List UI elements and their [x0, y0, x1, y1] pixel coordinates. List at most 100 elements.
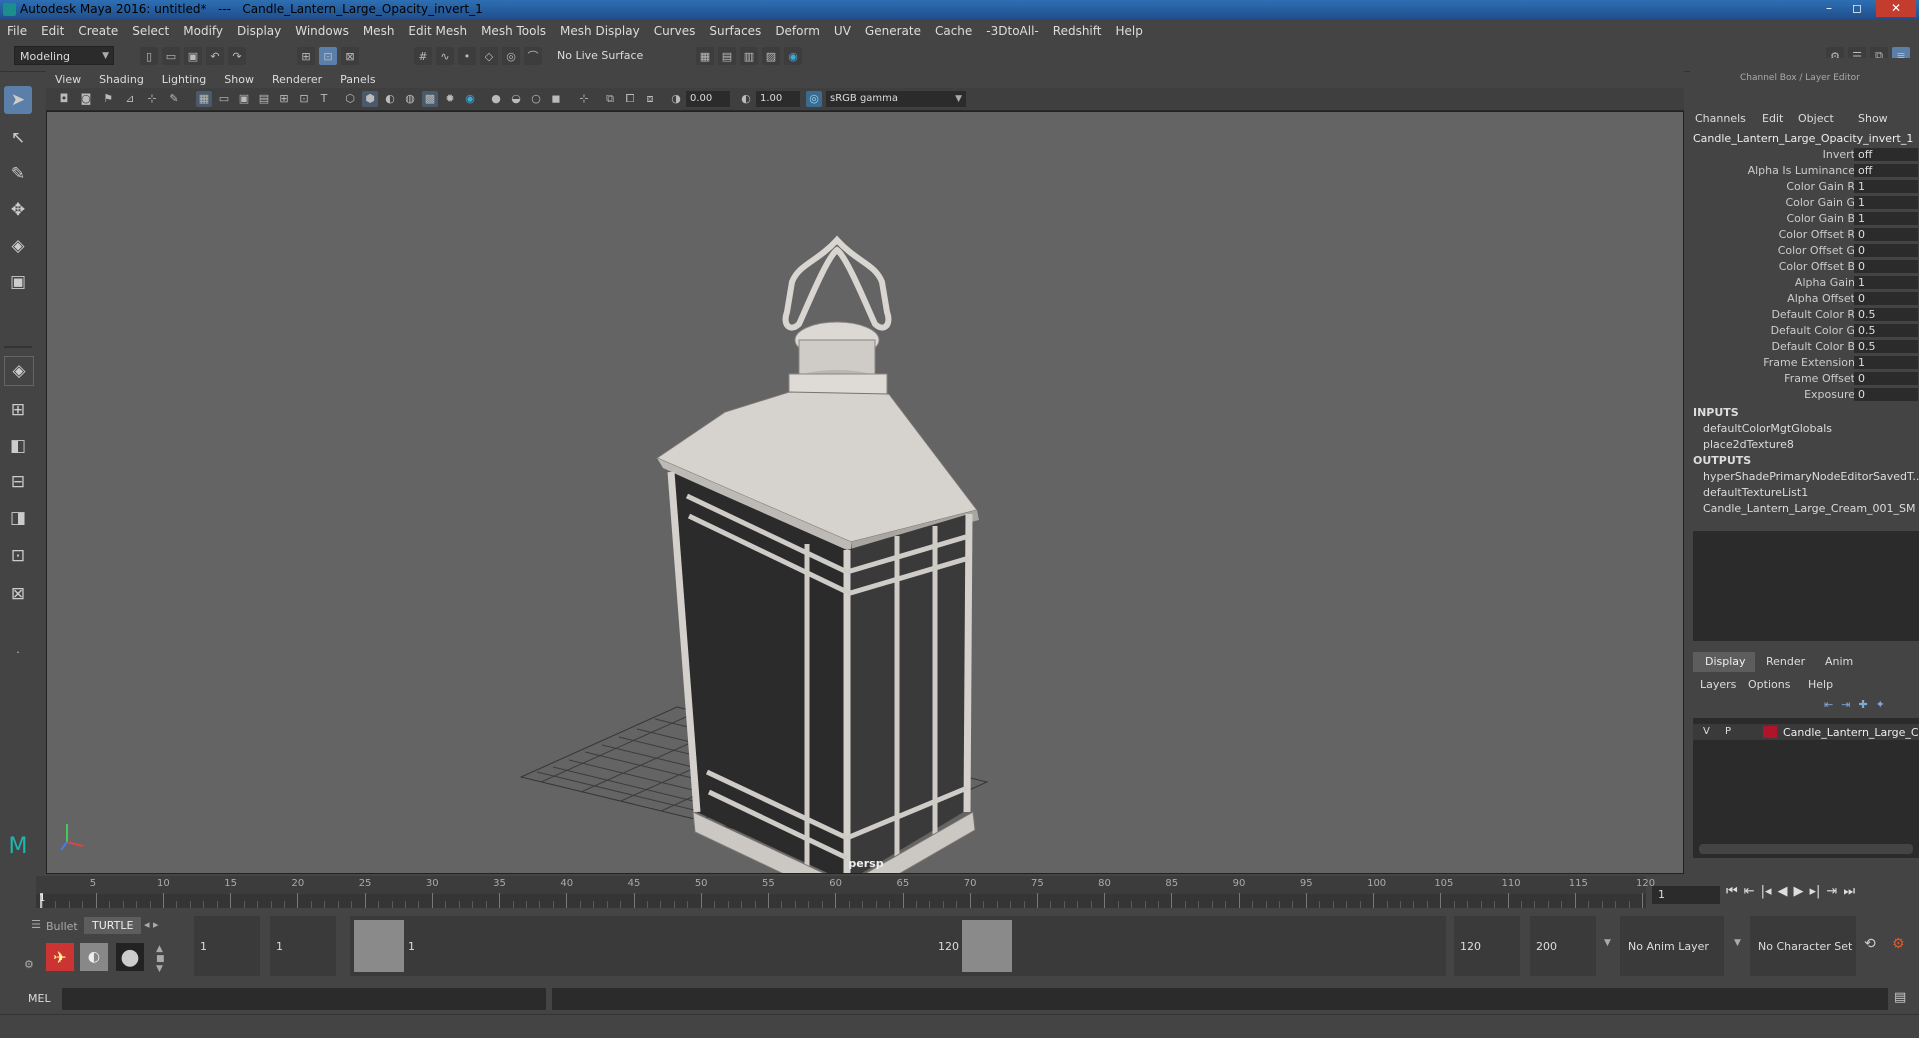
script-editor-icon[interactable]: ▤ — [1894, 990, 1906, 1005]
input-node[interactable]: defaultColorMgtGlobals — [1703, 422, 1832, 435]
grease-pencil-icon[interactable]: ✎ — [166, 91, 182, 107]
new-layer-icon[interactable]: ✚ — [1858, 698, 1867, 711]
select-by-component-icon[interactable]: ⊠ — [341, 47, 359, 65]
step-back-key-icon[interactable]: ⇤ — [1744, 884, 1755, 899]
exposure-field[interactable]: 0.00 — [686, 91, 730, 107]
gate-mask-icon[interactable]: ▤ — [256, 91, 272, 107]
antialiasing-icon[interactable]: ○ — [528, 91, 544, 107]
2d-pan-icon[interactable]: ⊹ — [144, 91, 160, 107]
gamma-field[interactable]: 1.00 — [756, 91, 800, 107]
3d-viewport[interactable]: persp — [46, 111, 1684, 874]
character-set-dropdown[interactable]: No Character Set — [1750, 916, 1856, 976]
scale-tool-icon[interactable]: ▣ — [4, 268, 32, 296]
attr-value[interactable]: 0.5 — [1854, 340, 1918, 353]
menu-3dtoall[interactable]: -3DtoAll- — [979, 24, 1045, 38]
layer-name[interactable]: Candle_Lantern_Large_C — [1783, 726, 1919, 739]
render-settings-icon[interactable]: ▥ — [740, 47, 758, 65]
le-menu-layers[interactable]: Layers — [1700, 678, 1736, 691]
mel-label[interactable]: MEL — [28, 992, 51, 1005]
snap-grid-icon[interactable]: # — [414, 47, 432, 65]
color-space-dropdown[interactable]: sRGB gamma ▼ — [826, 91, 966, 107]
menu-windows[interactable]: Windows — [288, 24, 356, 38]
close-button[interactable]: ✕ — [1876, 0, 1916, 17]
attr-value[interactable]: 1 — [1854, 276, 1918, 289]
menu-modify[interactable]: Modify — [176, 24, 230, 38]
menu-curves[interactable]: Curves — [647, 24, 703, 38]
redo-icon[interactable]: ↷ — [228, 47, 246, 65]
cb-menu-channels[interactable]: Channels — [1695, 112, 1746, 125]
gamma-reset-icon[interactable]: ◐ — [738, 91, 754, 107]
maximize-button[interactable]: ◻ — [1844, 0, 1870, 17]
menu-mesh-tools[interactable]: Mesh Tools — [474, 24, 553, 38]
attr-value[interactable]: 0 — [1854, 244, 1918, 257]
layer-playback-toggle[interactable]: P — [1725, 726, 1739, 737]
chevron-down-icon[interactable]: ▼ — [1734, 938, 1741, 948]
shelf-tabs-scroll-icon[interactable]: ◂ ▸ — [144, 918, 159, 931]
turtle-render-icon[interactable]: ✈ — [46, 943, 74, 971]
range-slider-track[interactable]: 1 120 — [350, 916, 1446, 976]
safe-action-icon[interactable]: ⊡ — [296, 91, 312, 107]
attr-value[interactable]: 0 — [1854, 260, 1918, 273]
motion-blur-icon[interactable]: ◒ — [508, 91, 524, 107]
rotate-tool-icon[interactable]: ◈ — [4, 232, 32, 260]
output-node[interactable]: Candle_Lantern_Large_Cream_001_SM — [1703, 502, 1916, 515]
attr-value[interactable]: 1 — [1854, 196, 1918, 209]
xray-joints-icon[interactable]: ⧠ — [622, 91, 638, 107]
ipr-render-icon[interactable]: ▤ — [718, 47, 736, 65]
end-frame-field[interactable]: 200 — [1536, 940, 1557, 953]
menu-select[interactable]: Select — [125, 24, 176, 38]
cb-menu-edit[interactable]: Edit — [1762, 112, 1783, 125]
layer-visibility-toggle[interactable]: V — [1703, 726, 1717, 737]
menu-deform[interactable]: Deform — [768, 24, 827, 38]
menu-mesh[interactable]: Mesh — [356, 24, 402, 38]
textured-icon[interactable]: ▩ — [422, 91, 438, 107]
wireframe-icon[interactable]: ⬡ — [342, 91, 358, 107]
lasso-tool-icon[interactable]: ↖ — [4, 124, 32, 152]
step-forward-key-icon[interactable]: ⇥ — [1826, 884, 1837, 899]
menu-edit[interactable]: Edit — [34, 24, 71, 38]
chevron-down-icon[interactable]: ▼ — [1604, 938, 1611, 948]
wireframe-on-shaded-icon[interactable]: ◍ — [402, 91, 418, 107]
minimize-button[interactable]: – — [1816, 0, 1842, 17]
playback-start-field[interactable]: 1 — [276, 940, 283, 953]
smooth-shade-icon[interactable]: ⬢ — [362, 91, 378, 107]
undo-icon[interactable]: ↶ — [206, 47, 224, 65]
anim-layer-dropdown[interactable]: No Anim Layer — [1620, 916, 1724, 976]
output-node[interactable]: defaultTextureList1 — [1703, 486, 1808, 499]
select-by-hierarchy-icon[interactable]: ⊞ — [297, 47, 315, 65]
exposure-reset-icon[interactable]: ◑ — [668, 91, 684, 107]
shelf-scroll-icon[interactable]: ▲ ■ ▼ — [156, 944, 166, 974]
snap-curve-icon[interactable]: ∿ — [436, 47, 454, 65]
attr-value[interactable]: 0 — [1854, 228, 1918, 241]
range-end-handle[interactable] — [962, 920, 1012, 972]
render-current-icon[interactable]: ▦ — [696, 47, 714, 65]
auto-key-icon[interactable]: ⟲ — [1864, 936, 1876, 952]
attr-value[interactable]: 1 — [1854, 212, 1918, 225]
menu-redshift[interactable]: Redshift — [1046, 24, 1109, 38]
menu-cache[interactable]: Cache — [928, 24, 979, 38]
node-name[interactable]: Candle_Lantern_Large_Opacity_invert_1 — [1693, 132, 1913, 145]
range-start-handle[interactable] — [354, 920, 404, 972]
live-surface-field[interactable]: No Live Surface — [552, 46, 644, 65]
four-view-icon[interactable]: ⊞ — [4, 396, 32, 424]
attr-value[interactable]: 1 — [1854, 180, 1918, 193]
new-scene-icon[interactable]: ▯ — [140, 47, 158, 65]
tab-anim[interactable]: Anim — [1825, 655, 1853, 668]
snap-surface-icon[interactable]: ⌒ — [524, 47, 542, 65]
vp-menu-view[interactable]: View — [46, 73, 90, 86]
menu-display[interactable]: Display — [230, 24, 288, 38]
tab-render[interactable]: Render — [1766, 655, 1805, 668]
turtle-bake-icon[interactable]: ◐ — [80, 943, 108, 971]
camera-icon[interactable]: ◘ — [56, 91, 72, 107]
snap-point-icon[interactable]: • — [458, 47, 476, 65]
current-frame-field[interactable]: 1 — [1652, 886, 1720, 904]
camera-attr-icon[interactable]: ◙ — [78, 91, 94, 107]
grid-icon[interactable]: ▦ — [196, 91, 212, 107]
menu-generate[interactable]: Generate — [858, 24, 928, 38]
safe-title-icon[interactable]: T — [316, 91, 332, 107]
more-layouts-icon[interactable]: · — [4, 638, 32, 666]
select-by-object-icon[interactable]: ⊡ — [319, 47, 337, 65]
use-default-material-icon[interactable]: ◐ — [382, 91, 398, 107]
layer-color-swatch[interactable] — [1763, 726, 1777, 738]
shadows-icon[interactable]: ◉ — [462, 91, 478, 107]
